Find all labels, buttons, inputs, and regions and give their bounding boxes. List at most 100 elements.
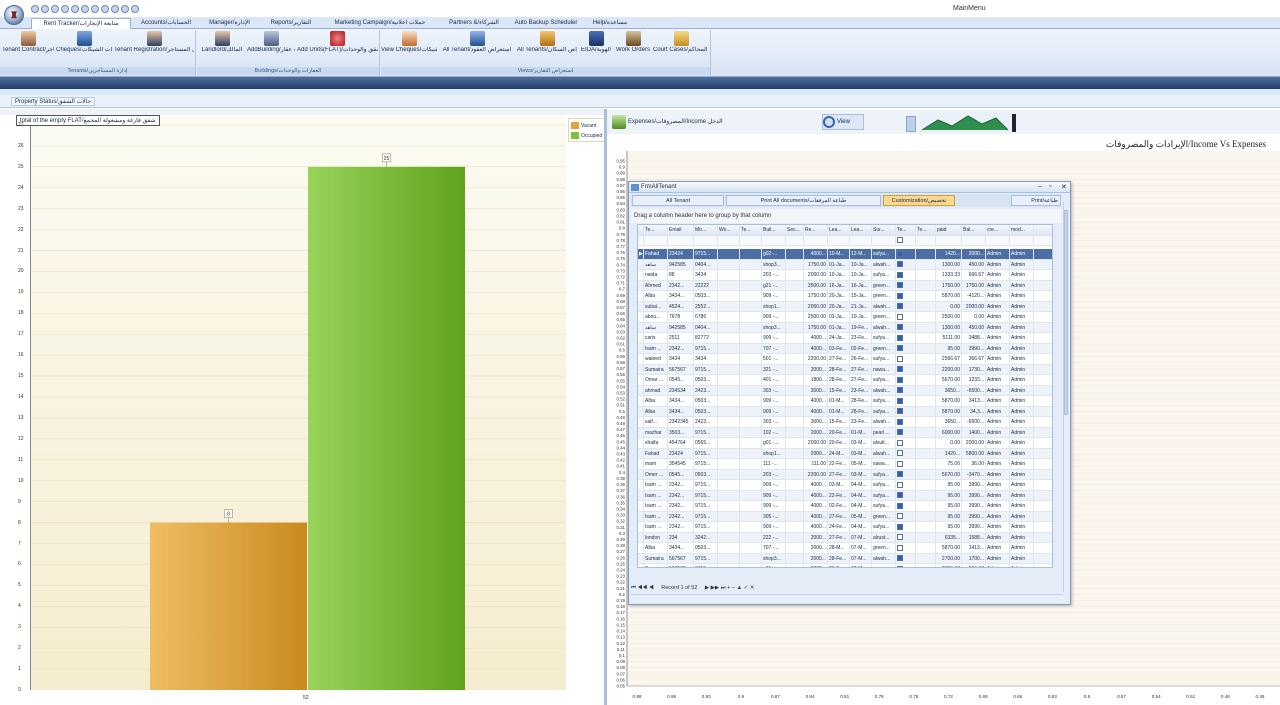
table-cell[interactable]: 22-Fe... — [828, 459, 850, 469]
tenant-active-checkbox-cell[interactable] — [896, 291, 916, 301]
table-cell[interactable]: 10-Ja... — [850, 259, 872, 269]
table-cell[interactable]: 1750.00 — [936, 280, 962, 290]
table-cell[interactable]: Isam ... — [644, 343, 668, 353]
table-cell[interactable]: 9715... — [694, 480, 718, 490]
table-cell[interactable] — [718, 333, 740, 343]
tenant-active-checkbox-cell[interactable] — [896, 396, 916, 406]
table-cell[interactable]: 20-Ja... — [828, 291, 850, 301]
table-cell[interactable]: Isam ... — [644, 511, 668, 521]
table-row[interactable]: Isam ... 2342... 9715... 707 -... 4000... 03-… — [638, 343, 1052, 354]
table-cell[interactable]: Omer ... — [644, 469, 668, 479]
checkbox[interactable] — [897, 282, 903, 289]
table-cell[interactable]: 909 -... — [762, 522, 786, 532]
table-cell[interactable]: 9715... — [694, 553, 718, 563]
table-cell[interactable]: Admin — [1010, 543, 1034, 553]
table-cell[interactable]: 234534 — [668, 385, 694, 395]
table-cell[interactable] — [786, 259, 804, 269]
checkbox[interactable] — [897, 408, 903, 415]
tenant-active-checkbox-cell[interactable] — [896, 564, 916, 567]
table-row[interactable]: Alba 3434... 0503... 909 -... 1750.00 20-Ja..… — [638, 291, 1052, 302]
table-cell[interactable]: sufya... — [872, 469, 896, 479]
table-cell[interactable] — [718, 354, 740, 364]
table-cell[interactable] — [916, 532, 936, 542]
table-cell[interactable]: 909 -... — [762, 396, 786, 406]
tenant-active-checkbox-cell[interactable] — [896, 333, 916, 343]
table-cell[interactable]: Admin — [986, 249, 1010, 259]
table-cell[interactable] — [786, 249, 804, 259]
table-cell[interactable]: 0503... — [694, 375, 718, 385]
table-cell[interactable]: 26-Fe... — [850, 354, 872, 364]
column-header[interactable]: Bal... — [962, 225, 986, 235]
table-cell[interactable]: 1700... — [962, 553, 986, 563]
table-cell[interactable] — [740, 522, 762, 532]
qat-redo-icon[interactable] — [101, 5, 109, 13]
table-cell[interactable]: 2000... — [804, 564, 828, 567]
table-cell[interactable] — [916, 280, 936, 290]
table-cell[interactable]: 567567 — [668, 564, 694, 567]
table-cell[interactable]: Admin — [1010, 553, 1034, 563]
filter-cell[interactable] — [962, 235, 986, 245]
table-row[interactable]: subai... 4524... 2552... shop1... 2000.00 20-… — [638, 301, 1052, 312]
table-cell[interactable]: Admin — [986, 270, 1010, 280]
add-building-button[interactable]: AddBuilding/اضافة عقار — [247, 31, 295, 67]
table-cell[interactable]: 9715... — [694, 364, 718, 374]
table-cell[interactable]: 20-Ja... — [828, 301, 850, 311]
table-cell[interactable] — [786, 501, 804, 511]
table-cell[interactable]: 88 — [668, 270, 694, 280]
view-button[interactable]: View — [822, 114, 864, 130]
table-cell[interactable]: Admin — [986, 364, 1010, 374]
filter-cell[interactable] — [896, 235, 916, 245]
table-cell[interactable] — [786, 312, 804, 322]
table-cell[interactable] — [786, 448, 804, 458]
table-cell[interactable]: Admin — [1010, 448, 1034, 458]
table-cell[interactable]: pearl ... — [872, 427, 896, 437]
filter-cell[interactable] — [916, 235, 936, 245]
table-cell[interactable]: 3413... — [962, 396, 986, 406]
table-cell[interactable]: 401 -... — [762, 375, 786, 385]
table-cell[interactable]: 95.00 — [936, 501, 962, 511]
table-cell[interactable]: 2200.00 — [804, 469, 828, 479]
table-row[interactable]: Isam ... 2342... 9715... 909 -... 4000... 24-… — [638, 522, 1052, 533]
tenant-active-checkbox-cell[interactable] — [896, 417, 916, 427]
column-header[interactable]: Te... — [916, 225, 936, 235]
table-cell[interactable] — [740, 480, 762, 490]
table-cell[interactable]: Admin — [986, 511, 1010, 521]
table-cell[interactable] — [916, 364, 936, 374]
table-cell[interactable]: Admin — [986, 480, 1010, 490]
table-cell[interactable]: Admin — [986, 333, 1010, 343]
table-cell[interactable] — [916, 322, 936, 332]
table-cell[interactable]: 2342... — [668, 501, 694, 511]
table-cell[interactable] — [718, 459, 740, 469]
checkbox[interactable] — [897, 313, 903, 320]
table-cell[interactable]: 1750.00 — [804, 322, 828, 332]
table-cell[interactable]: Admin — [1010, 270, 1034, 280]
table-cell[interactable] — [916, 501, 936, 511]
table-cell[interactable] — [740, 343, 762, 353]
table-cell[interactable]: Admin — [986, 322, 1010, 332]
table-cell[interactable] — [786, 280, 804, 290]
table-cell[interactable]: Omar ... — [644, 375, 668, 385]
checkbox[interactable] — [897, 250, 903, 257]
table-cell[interactable] — [786, 301, 804, 311]
table-cell[interactable]: 3434 — [694, 270, 718, 280]
table-cell[interactable]: 27-Fe... — [850, 364, 872, 374]
tenant-active-checkbox-cell[interactable] — [896, 249, 916, 259]
table-cell[interactable]: 2342345 — [668, 417, 694, 427]
table-cell[interactable] — [786, 396, 804, 406]
table-cell[interactable] — [718, 564, 740, 567]
table-cell[interactable] — [786, 291, 804, 301]
table-cell[interactable] — [916, 343, 936, 353]
table-cell[interactable]: 1420... — [936, 249, 962, 259]
table-cell[interactable]: 3434... — [668, 291, 694, 301]
table-cell[interactable]: g21 -... — [762, 280, 786, 290]
table-cell[interactable]: 01-Ja... — [828, 259, 850, 269]
table-cell[interactable]: Alba — [644, 291, 668, 301]
table-cell[interactable]: 111.00 — [804, 459, 828, 469]
table-cell[interactable]: 3990... — [962, 511, 986, 521]
table-cell[interactable] — [916, 469, 936, 479]
table-cell[interactable]: alwah... — [872, 448, 896, 458]
table-cell[interactable]: 4000... — [804, 501, 828, 511]
table-cell[interactable] — [740, 364, 762, 374]
table-row[interactable]: ساهد 942585 0404... shop3... 1750.00 01-Ja...… — [638, 322, 1052, 333]
scroll-thumb[interactable] — [1064, 210, 1068, 415]
